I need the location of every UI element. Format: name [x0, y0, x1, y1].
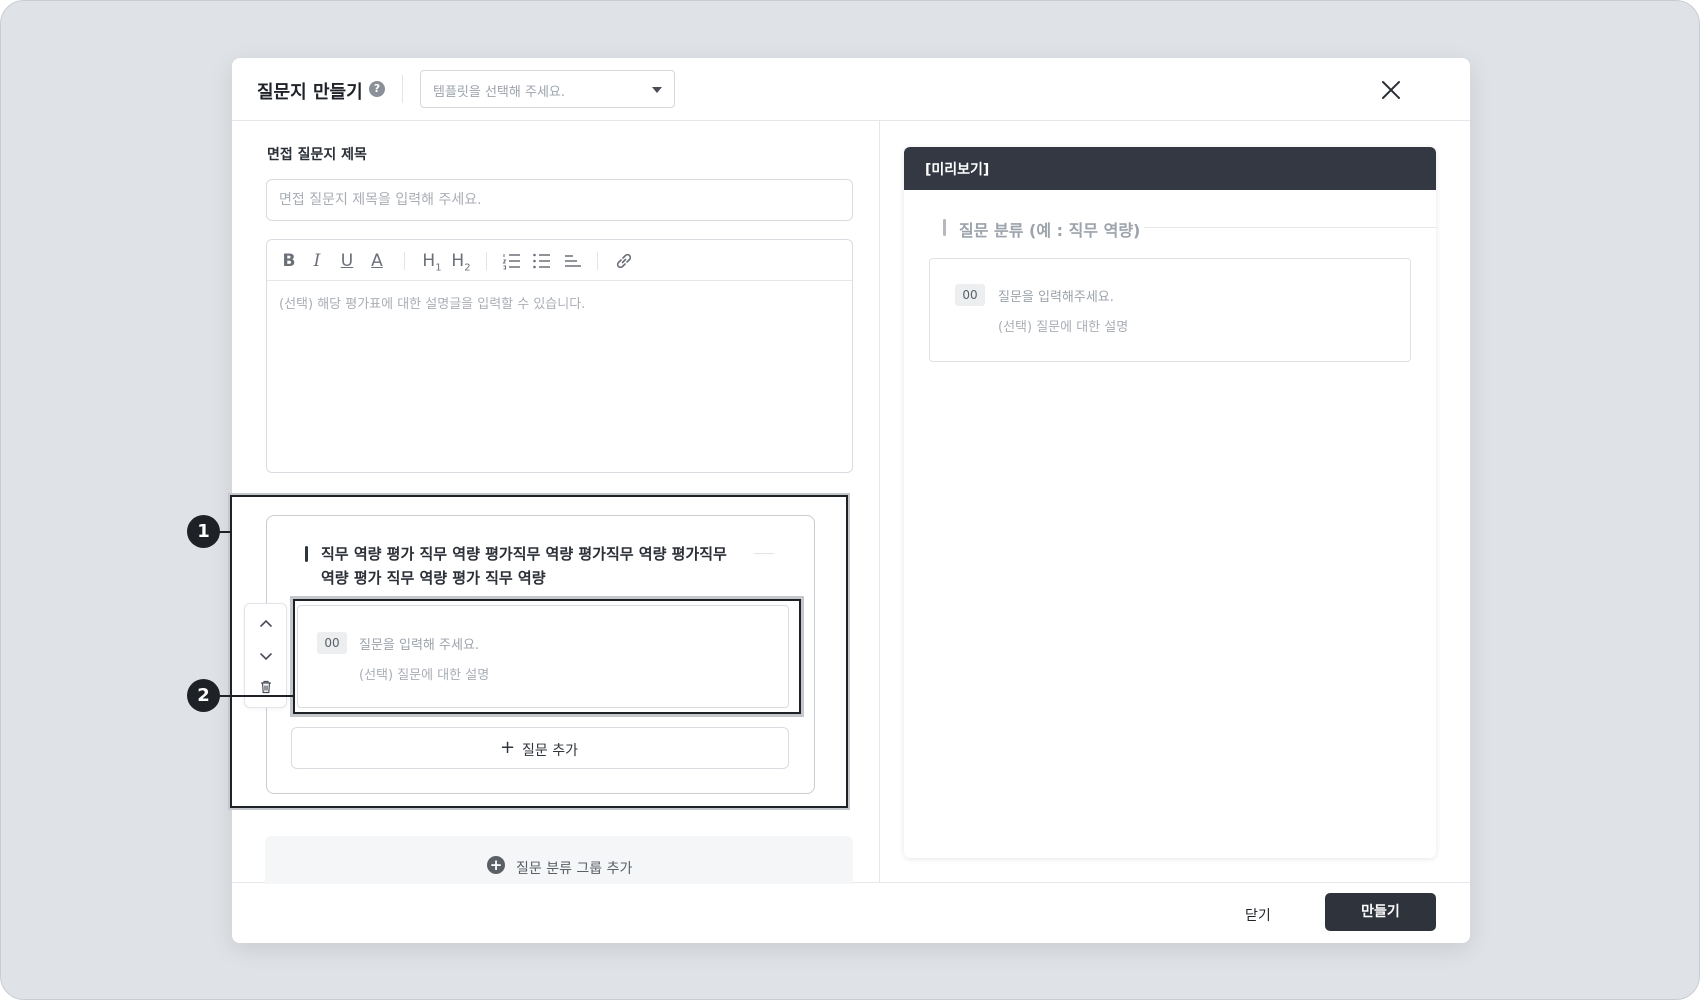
group-title-line	[754, 553, 774, 554]
annotation-marker-2: 2	[187, 679, 220, 712]
close-button[interactable]: 닫기	[1245, 905, 1271, 925]
ordered-list-icon[interactable]	[502, 251, 522, 271]
help-icon[interactable]: ?	[369, 81, 385, 97]
plus-circle-icon: +	[487, 856, 505, 874]
heading1-level: 1	[435, 262, 442, 274]
question-card[interactable]: 00 질문을 입력해 주세요. (선택) 질문에 대한 설명	[297, 605, 789, 708]
align-icon[interactable]	[562, 251, 582, 271]
preview-title: [미리보기]	[925, 162, 990, 178]
question-side-controls	[244, 603, 287, 708]
template-select-placeholder: 템플릿을 선택해 주세요.	[433, 85, 565, 100]
annotation-marker-1: 1	[187, 515, 220, 548]
heading2-level: 2	[464, 262, 471, 274]
bold-icon[interactable]: B	[279, 249, 299, 273]
preview-question-description: (선택) 질문에 대한 설명	[998, 320, 1129, 335]
underline-icon[interactable]: U	[337, 249, 357, 273]
arrow-up-icon[interactable]	[258, 616, 274, 632]
chevron-down-icon	[652, 87, 662, 93]
toolbar-separator	[404, 252, 405, 270]
preview-category-bar	[943, 219, 946, 236]
template-select[interactable]: 템플릿을 선택해 주세요.	[420, 70, 675, 108]
add-group-label: 질문 분류 그룹 추가	[516, 861, 633, 877]
preview-question-card: 00 질문을 입력해주세요. (선택) 질문에 대한 설명	[929, 258, 1411, 362]
description-editor[interactable]: B I U A H1 H2 (선택) 해당 평가표에 대한 설명글을 입력할 수…	[266, 239, 853, 473]
modal-title: 질문지 만들기	[257, 82, 363, 103]
preview-category-line	[1144, 227, 1436, 228]
question-description-input[interactable]: (선택) 질문에 대한 설명	[359, 664, 489, 683]
toolbar-separator	[597, 252, 598, 270]
preview-panel: [미리보기] 질문 분류 (예 : 직무 역량) 00 질문을 입력해주세요. …	[904, 147, 1436, 858]
group-title[interactable]: 직무 역량 평가 직무 역량 평가직무 역량 평가직무 역량 평가직무 역량 평…	[321, 542, 741, 590]
bullet-list-icon[interactable]	[532, 251, 552, 271]
add-question-label: 질문 추가	[522, 743, 578, 759]
plus-icon: +	[500, 737, 516, 758]
modal-footer: 닫기 만들기	[232, 882, 1470, 943]
create-button[interactable]: 만들기	[1325, 893, 1436, 931]
editor-placeholder: (선택) 해당 평가표에 대한 설명글을 입력할 수 있습니다.	[279, 297, 586, 312]
arrow-down-icon[interactable]	[258, 648, 274, 664]
trash-icon[interactable]	[258, 679, 274, 695]
add-group-button[interactable]: + 질문 분류 그룹 추가	[265, 836, 853, 884]
link-icon[interactable]	[614, 251, 634, 271]
question-number: 00	[317, 632, 347, 654]
screen-backdrop: 질문지 만들기 ? 템플릿을 선택해 주세요. 면접 질문지 제목 B I U …	[0, 0, 1700, 1000]
add-question-button[interactable]: + 질문 추가	[291, 727, 789, 769]
editor-toolbar: B I U A H1 H2	[267, 240, 852, 281]
heading2-letter: H	[451, 251, 465, 271]
italic-icon[interactable]: I	[307, 249, 327, 273]
heading1-icon[interactable]: H1	[421, 249, 443, 273]
preview-question-text: 질문을 입력해주세요.	[998, 290, 1114, 305]
preview-question-number: 00	[955, 284, 985, 306]
text-color-icon[interactable]: A	[367, 249, 387, 273]
marker-2-leader	[217, 695, 295, 697]
close-icon[interactable]	[1377, 76, 1405, 104]
group-title-bar	[305, 546, 308, 562]
header-divider	[402, 75, 403, 103]
modal-header: 질문지 만들기 ? 템플릿을 선택해 주세요.	[232, 58, 1470, 121]
toolbar-separator	[486, 252, 487, 270]
title-input[interactable]	[266, 179, 853, 221]
preview-category-title: 질문 분류 (예 : 직무 역량)	[959, 221, 1141, 240]
pane-divider	[879, 121, 880, 882]
title-label: 면접 질문지 제목	[267, 147, 367, 163]
question-input[interactable]: 질문을 입력해 주세요.	[359, 634, 479, 653]
heading2-icon[interactable]: H2	[450, 249, 472, 273]
preview-header: [미리보기]	[904, 147, 1436, 190]
heading1-letter: H	[422, 251, 436, 271]
